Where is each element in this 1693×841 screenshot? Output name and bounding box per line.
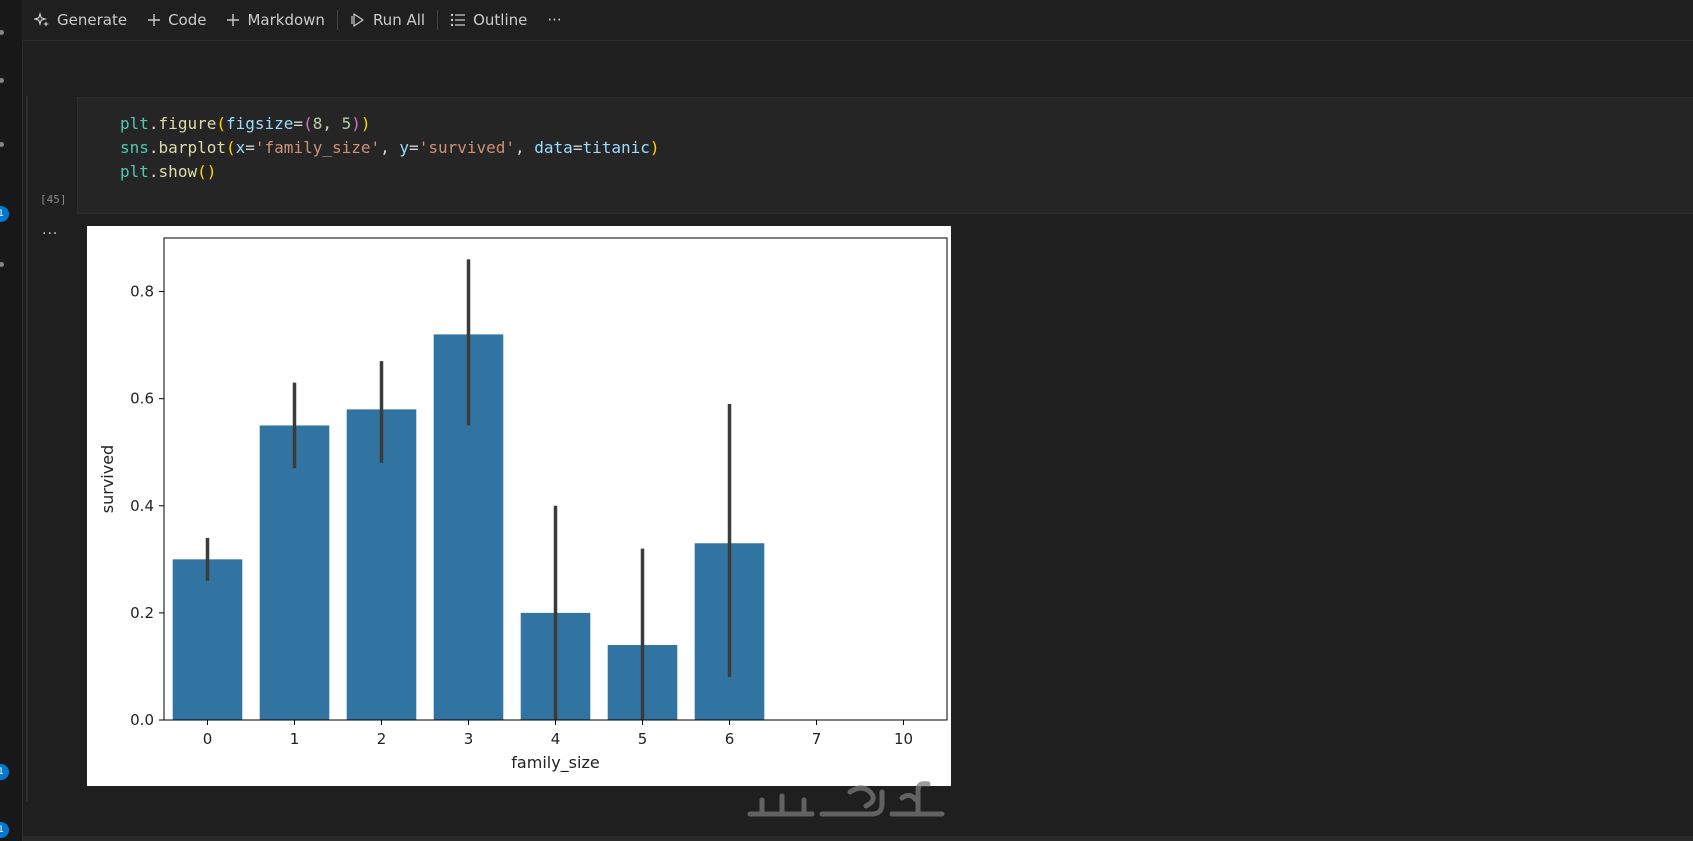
activity-badge-1[interactable]: 1 <box>0 206 9 222</box>
y-tick-label: 0.6 <box>130 390 154 408</box>
run-all-icon <box>350 12 366 28</box>
x-axis-label: family_size <box>511 753 599 773</box>
x-tick-label: 7 <box>812 730 822 748</box>
code-line-1: plt.figure(figsize=(8, 5)) <box>120 114 371 133</box>
token: figure <box>158 114 217 133</box>
notebook-toolbar: Generate Code Markdown Run All Outline ·… <box>22 0 1693 41</box>
token: . <box>148 162 159 181</box>
code-line-3: plt.show() <box>120 162 216 181</box>
add-code-button[interactable]: Code <box>137 6 216 34</box>
token: () <box>197 162 217 181</box>
token: barplot <box>158 138 226 157</box>
x-tick-label: 5 <box>638 730 648 748</box>
bar-chart: 0.0 0.2 0.4 0.6 0.8 0 1 2 3 4 5 6 7 10 family_size surv… <box>98 237 948 773</box>
y-tick-label: 0.0 <box>130 711 154 729</box>
activity-icon-3[interactable] <box>0 142 4 147</box>
token: 5 <box>341 114 352 133</box>
khamsat-logo-icon <box>742 778 952 828</box>
output-more-actions[interactable]: ··· <box>42 226 58 242</box>
token: show <box>158 162 198 181</box>
toolbar-divider <box>437 10 439 30</box>
generate-button[interactable]: Generate <box>22 6 137 34</box>
token: titanic <box>582 138 650 157</box>
outline-label: Outline <box>473 11 528 29</box>
run-all-button[interactable]: Run All <box>340 6 435 34</box>
run-all-label: Run All <box>372 11 426 29</box>
x-tick-label: 0 <box>203 730 213 748</box>
token: ( <box>303 114 313 133</box>
activity-icon-2[interactable] <box>0 78 4 83</box>
x-tick-label: 1 <box>290 730 300 748</box>
token: ( <box>225 138 236 157</box>
token: plt <box>120 162 149 181</box>
y-tick-label: 0.2 <box>130 604 154 622</box>
token: ( <box>216 114 226 133</box>
x-tick-label: 2 <box>377 730 387 748</box>
more-label: ··· <box>547 11 562 29</box>
token: 'survived' <box>418 138 516 157</box>
token: ) <box>351 114 361 133</box>
token: data <box>534 138 573 157</box>
activity-icon-1[interactable] <box>0 30 4 35</box>
x-tick-label: 3 <box>464 730 474 748</box>
token: y <box>399 138 410 157</box>
code-cell-editor[interactable]: plt.figure(figsize=(8, 5)) sns.barplot(x… <box>77 97 1693 214</box>
plus-icon <box>147 13 161 27</box>
token: x <box>235 138 246 157</box>
y-axis-label: survived <box>98 445 117 513</box>
token: plt <box>120 114 149 133</box>
x-tick-label: 10 <box>894 730 913 748</box>
token: = <box>409 138 419 157</box>
bar-1 <box>259 425 330 720</box>
activity-badge-3[interactable]: 1 <box>0 822 9 838</box>
toolbar-divider <box>336 10 338 30</box>
token: . <box>148 138 159 157</box>
token: figsize <box>225 114 294 133</box>
code-label: Code <box>168 11 207 29</box>
markdown-label: Markdown <box>247 11 325 29</box>
token: 'family_size' <box>254 138 381 157</box>
token: , <box>515 138 535 157</box>
activity-bar: 1 1 1 <box>0 0 23 841</box>
token: ) <box>649 138 660 157</box>
sparkle-icon <box>34 12 50 28</box>
bar-0 <box>172 559 243 720</box>
token: , <box>322 114 342 133</box>
x-tick-label: 4 <box>551 730 561 748</box>
code-line-2: sns.barplot(x='family_size', y='survived… <box>120 138 660 157</box>
token: . <box>148 114 159 133</box>
token: ) <box>360 114 371 133</box>
more-actions-button[interactable]: ··· <box>537 6 571 34</box>
add-markdown-button[interactable]: Markdown <box>216 6 334 34</box>
activity-icon-4[interactable] <box>0 262 4 267</box>
execution-count: [45] <box>40 193 67 206</box>
token: = <box>572 138 583 157</box>
token: = <box>245 138 255 157</box>
x-tick-label: 6 <box>725 730 735 748</box>
y-tick-label: 0.8 <box>130 283 154 301</box>
cell-focus-indicator <box>26 96 28 801</box>
token: 8 <box>312 114 323 133</box>
list-icon <box>450 13 466 27</box>
y-tick-label: 0.4 <box>130 497 154 515</box>
cell-output-plot: 0.0 0.2 0.4 0.6 0.8 0 1 2 3 4 5 6 7 10 family_size surv… <box>87 226 951 786</box>
token: sns <box>120 138 149 157</box>
plus-icon <box>226 13 240 27</box>
generate-label: Generate <box>57 11 128 29</box>
activity-badge-2[interactable]: 1 <box>0 764 9 780</box>
token: = <box>293 114 304 133</box>
token: , <box>380 138 400 157</box>
next-cell-border <box>22 836 1693 841</box>
outline-button[interactable]: Outline <box>440 6 537 34</box>
